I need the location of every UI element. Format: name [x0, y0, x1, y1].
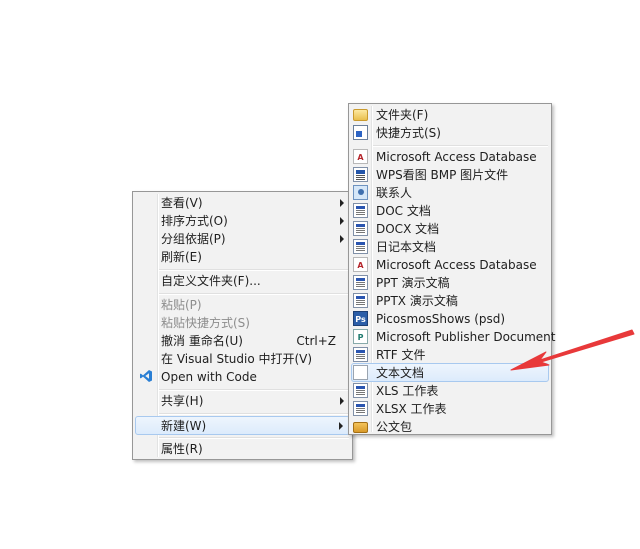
annotation-arrow-shape: [510, 329, 635, 371]
annotation-arrow: [510, 329, 635, 371]
